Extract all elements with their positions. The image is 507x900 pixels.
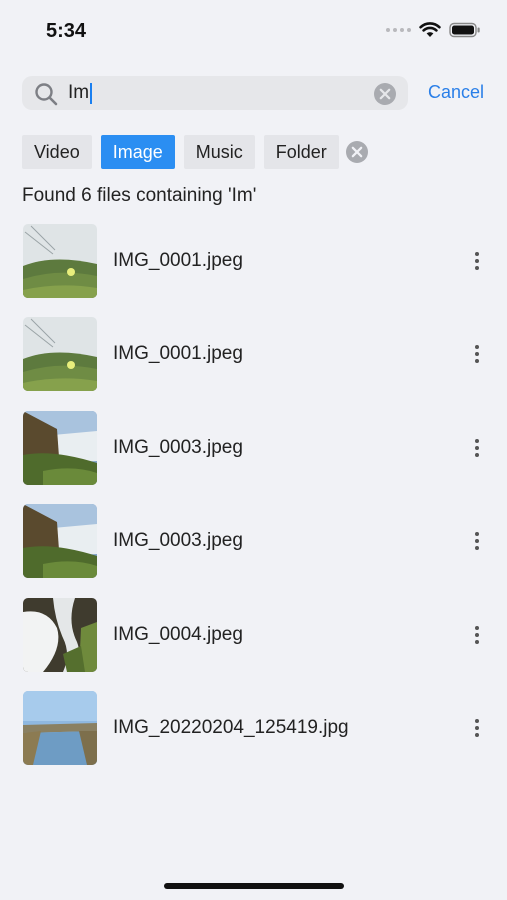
more-options-icon[interactable] bbox=[468, 250, 486, 272]
file-name: IMG_0003.jpeg bbox=[113, 530, 243, 552]
more-options-icon[interactable] bbox=[468, 530, 486, 552]
search-row: Cancel bbox=[22, 76, 490, 112]
more-options-icon[interactable] bbox=[468, 343, 486, 365]
cancel-button[interactable]: Cancel bbox=[428, 82, 484, 103]
meadow-thumbnail bbox=[23, 317, 97, 392]
signal-icon bbox=[386, 28, 411, 32]
file-list: IMG_0001.jpeg IMG_0001.jpeg IMG_0003.jpe… bbox=[0, 222, 507, 782]
more-options-icon[interactable] bbox=[468, 624, 486, 646]
file-row[interactable]: IMG_0001.jpeg bbox=[0, 222, 507, 315]
search-input[interactable] bbox=[68, 80, 368, 106]
home-indicator[interactable] bbox=[164, 883, 344, 889]
file-row[interactable]: IMG_0004.jpeg bbox=[0, 596, 507, 689]
file-name: IMG_0004.jpeg bbox=[113, 623, 243, 645]
file-row[interactable]: IMG_0003.jpeg bbox=[0, 502, 507, 595]
meadow-thumbnail bbox=[23, 224, 97, 298]
filter-chips: Video Image Music Folder bbox=[22, 135, 369, 169]
battery-icon bbox=[449, 22, 480, 38]
cascade-thumbnail bbox=[23, 597, 97, 672]
more-options-icon[interactable] bbox=[468, 437, 486, 459]
result-summary: Found 6 files containing 'Im' bbox=[22, 185, 257, 206]
filter-chip-music[interactable]: Music bbox=[183, 135, 255, 169]
filter-chip-image[interactable]: Image bbox=[100, 135, 175, 169]
file-name: IMG_0003.jpeg bbox=[113, 436, 243, 458]
filter-chip-video[interactable]: Video bbox=[22, 135, 92, 169]
status-time: 5:34 bbox=[46, 20, 87, 42]
status-icons bbox=[386, 22, 481, 38]
waterfall-thumbnail bbox=[23, 410, 97, 485]
clear-filter-icon[interactable] bbox=[345, 140, 369, 164]
file-row[interactable]: IMG_0001.jpeg bbox=[0, 315, 507, 408]
search-icon bbox=[35, 83, 58, 106]
file-row[interactable]: IMG_20220204_125419.jpg bbox=[0, 689, 507, 782]
wifi-icon bbox=[419, 22, 441, 37]
search-field[interactable] bbox=[22, 76, 408, 110]
river-thumbnail bbox=[23, 690, 97, 765]
filter-chip-folder[interactable]: Folder bbox=[263, 135, 339, 169]
waterfall-thumbnail bbox=[23, 504, 97, 579]
status-bar: 5:34 bbox=[0, 0, 507, 66]
text-caret bbox=[90, 83, 92, 104]
file-name: IMG_0001.jpeg bbox=[113, 250, 243, 271]
file-row[interactable]: IMG_0003.jpeg bbox=[0, 409, 507, 502]
file-name: IMG_20220204_125419.jpg bbox=[113, 716, 349, 738]
clear-search-icon[interactable] bbox=[373, 82, 397, 106]
more-options-icon[interactable] bbox=[468, 717, 486, 739]
file-name: IMG_0001.jpeg bbox=[113, 343, 243, 365]
